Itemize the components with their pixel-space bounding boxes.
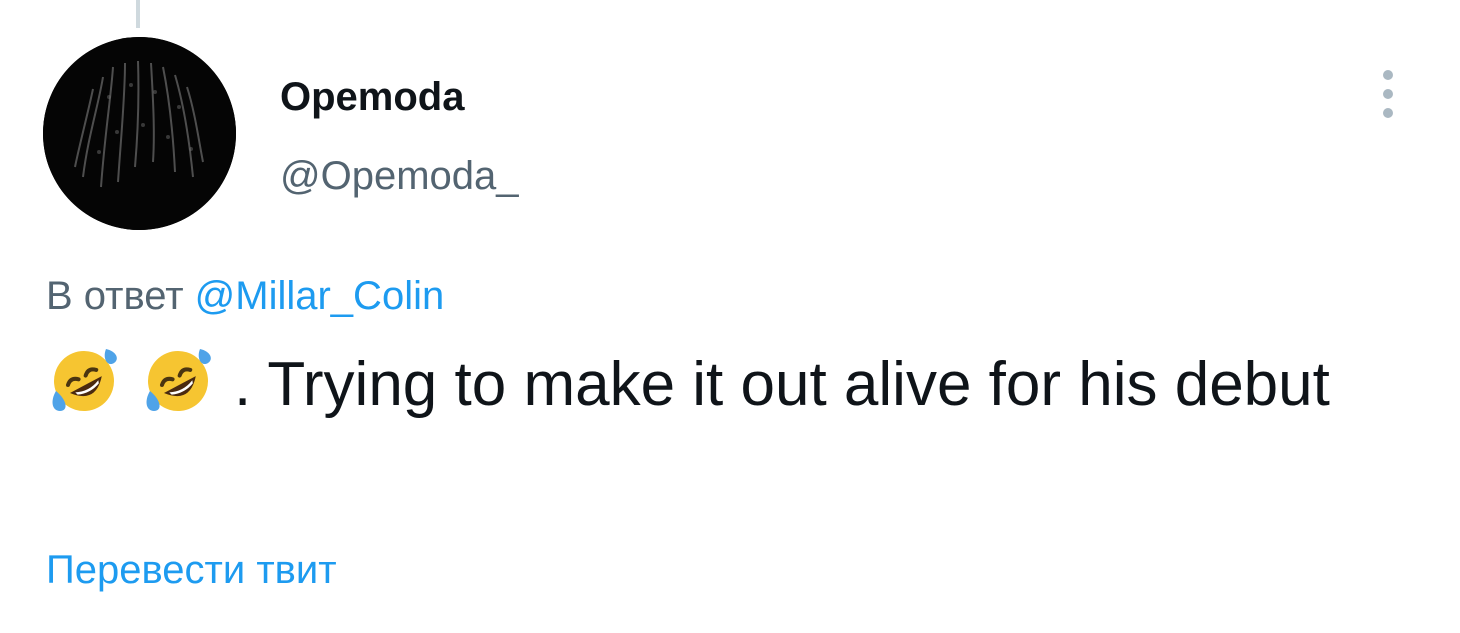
vertical-ellipsis-icon: [1383, 108, 1393, 118]
rolling-on-floor-laughing-emoji-icon: [46, 343, 122, 419]
rolling-on-floor-laughing-emoji-icon: [140, 343, 216, 419]
translate-tweet-link[interactable]: Перевести твит: [46, 546, 337, 594]
vertical-ellipsis-icon: [1383, 89, 1393, 99]
reply-mention-link[interactable]: @Millar_Colin: [195, 274, 445, 318]
tweet-body: . Trying to make it out alive for his de…: [46, 342, 1386, 428]
reply-context: В ответ @Millar_Colin: [46, 272, 444, 320]
tweet-text: . Trying to make it out alive for his de…: [234, 350, 1330, 419]
avatar-image: [43, 37, 236, 230]
author-display-name[interactable]: Opemoda: [280, 73, 464, 121]
author-handle[interactable]: @Opemoda_: [280, 152, 519, 200]
thread-connector-line: [136, 0, 140, 28]
vertical-ellipsis-icon: [1383, 70, 1393, 80]
avatar[interactable]: [43, 37, 236, 230]
reply-prefix: В ответ: [46, 274, 184, 318]
more-options-button[interactable]: [1370, 66, 1406, 122]
